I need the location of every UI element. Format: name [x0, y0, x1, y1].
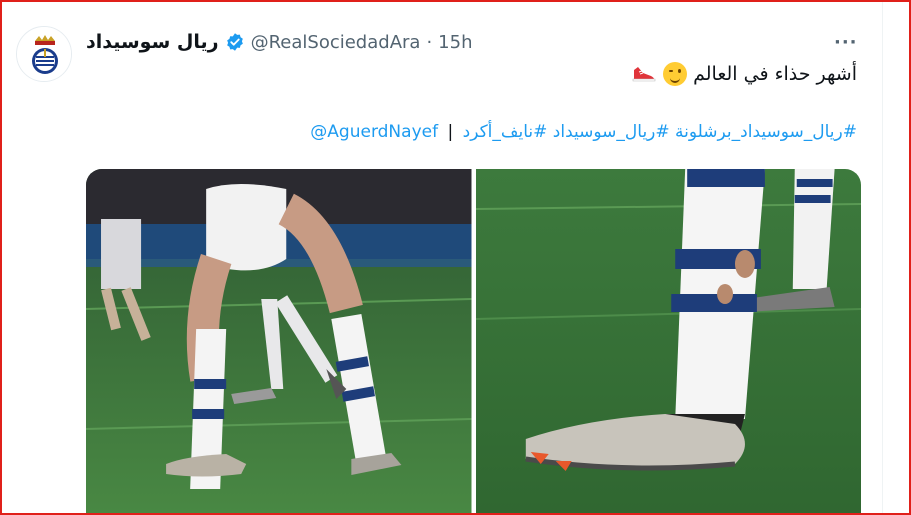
- display-name[interactable]: ريال سوسيداد: [86, 31, 219, 53]
- verified-badge-icon: [226, 33, 243, 51]
- tweet-header: ريال سوسيداد @RealSociedadAra · 15h: [86, 27, 472, 57]
- tweet-text: أشهر حذاء في العالم: [693, 63, 857, 85]
- real-sociedad-crest-icon: [17, 27, 71, 81]
- hashtag-link[interactable]: #ريال_سوسيداد_برشلونة: [675, 122, 857, 142]
- mention-link[interactable]: @AguerdNayef: [310, 122, 438, 142]
- hashtags-line: #ريال_سوسيداد_برشلونة #ريال_سوسيداد #ناي…: [310, 122, 857, 142]
- tweet-frame: ريال سوسيداد @RealSociedadAra · 15h ··· …: [0, 0, 911, 515]
- separator-dot: ·: [426, 31, 433, 53]
- tweet-media: [86, 169, 861, 513]
- football-player-legs-photo[interactable]: [86, 169, 472, 513]
- timestamp[interactable]: 15h: [438, 32, 472, 53]
- avatar[interactable]: [16, 26, 72, 82]
- user-handle[interactable]: @RealSociedadAra: [251, 32, 421, 53]
- timeline-divider: [882, 2, 883, 513]
- hashtag-link[interactable]: #ريال_سوسيداد: [553, 122, 670, 142]
- hashtag-link[interactable]: #نايف_أكرد: [463, 122, 548, 142]
- winking-face-emoji-icon: [663, 62, 688, 86]
- running-shoe-emoji-icon: [632, 67, 656, 82]
- text-separator: |: [447, 122, 454, 142]
- football-boot-closeup-photo[interactable]: [475, 169, 861, 513]
- tweet-text-line: أشهر حذاء في العالم: [631, 62, 857, 86]
- more-options-icon[interactable]: ···: [834, 32, 858, 53]
